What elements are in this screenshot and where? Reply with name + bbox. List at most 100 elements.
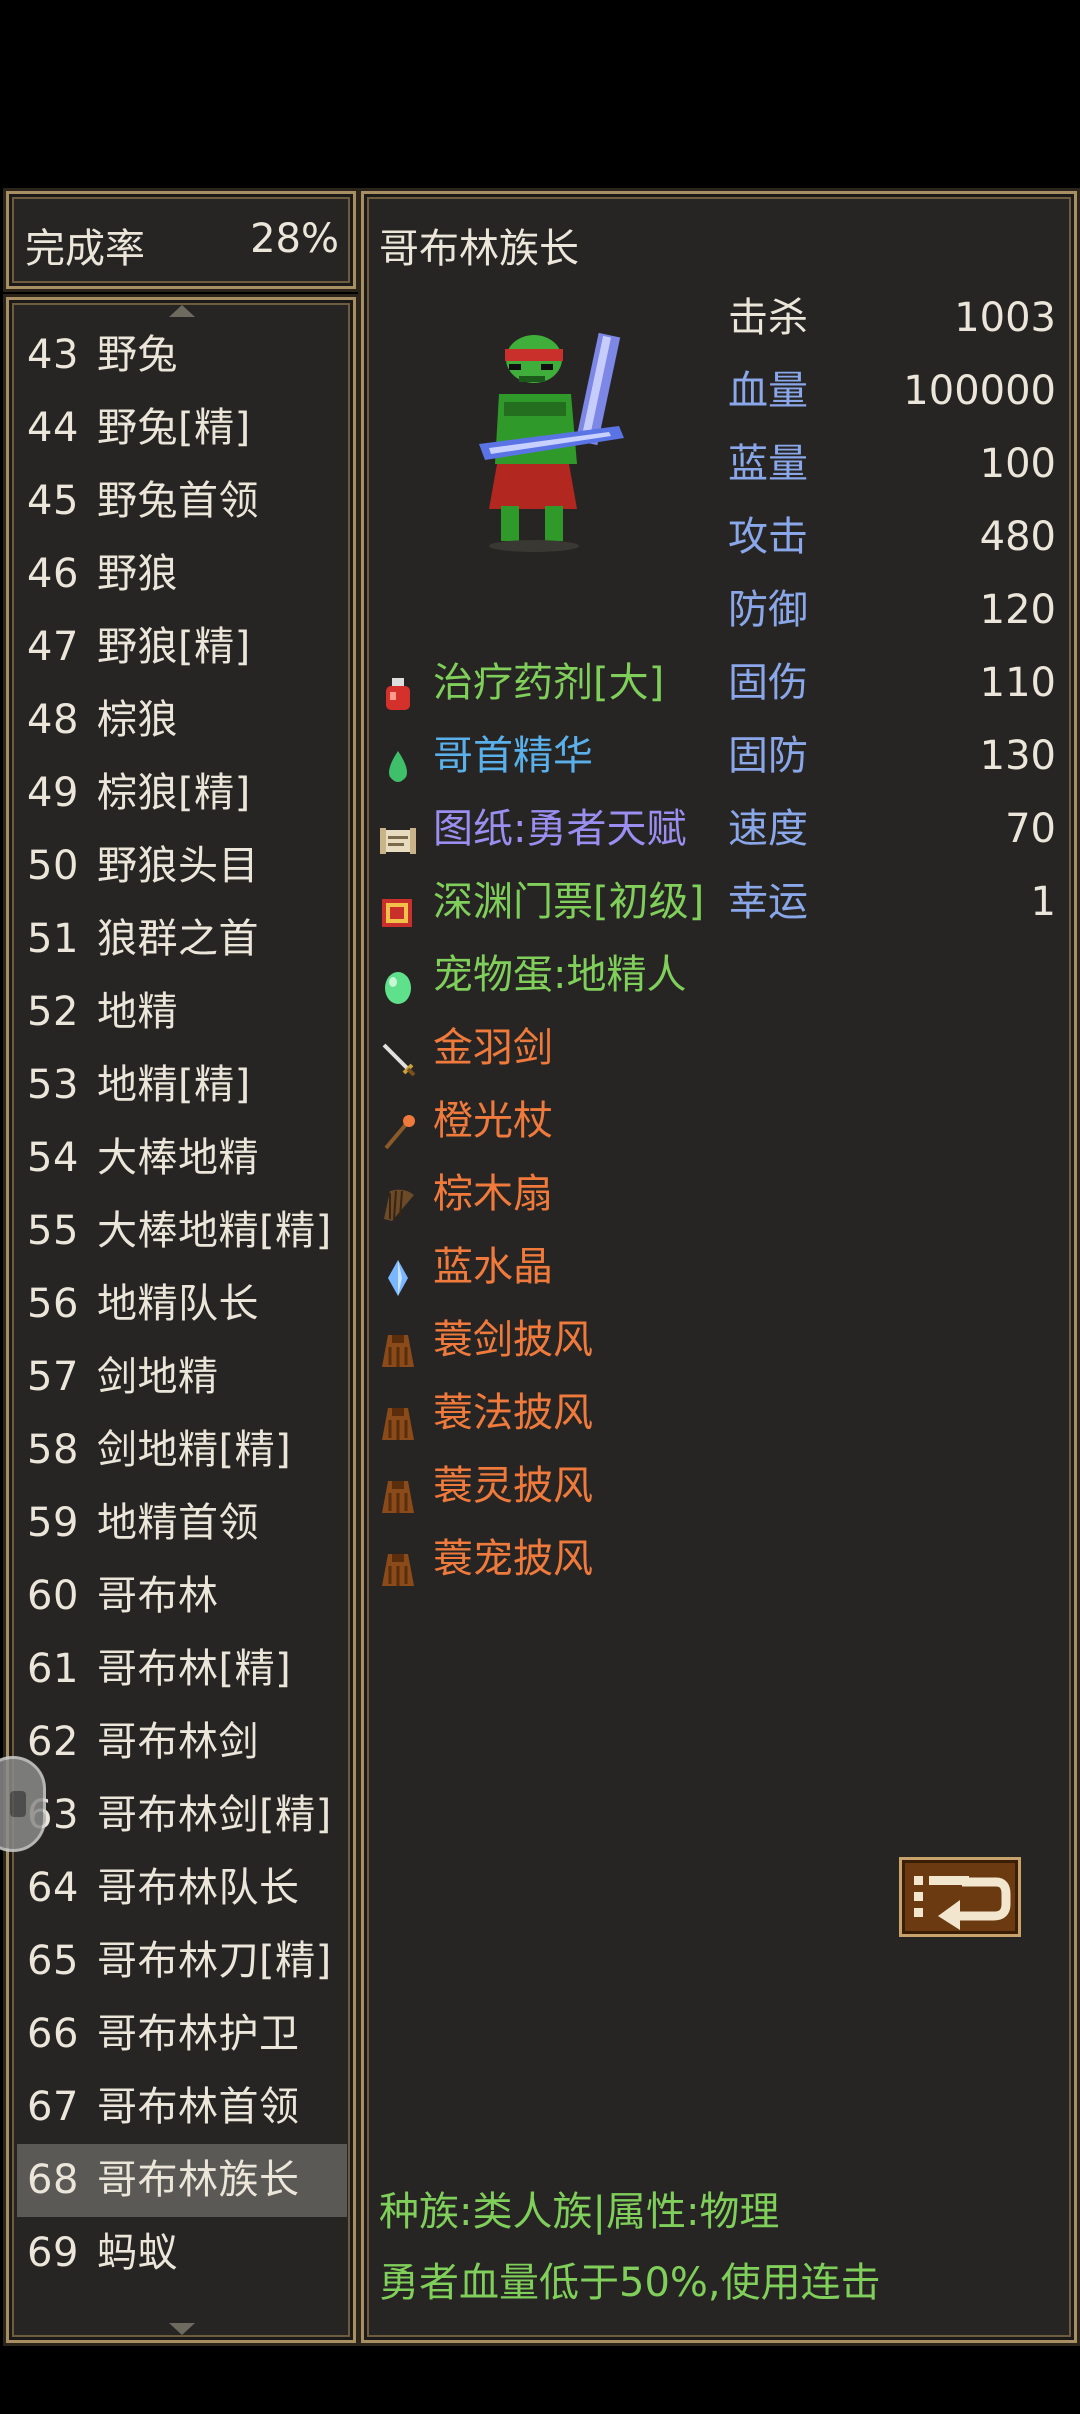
monster-list-item[interactable]: 54 大棒地精 (17, 1122, 347, 1195)
monster-list-item[interactable]: 69 蚂蚁 (17, 2217, 347, 2290)
monster-list-item[interactable]: 44 野兔[精] (17, 392, 347, 465)
cloak-icon (378, 1541, 418, 1586)
drop-item-label: 蓑剑披风 (433, 1317, 593, 1363)
monster-name-label: 哥布林[精] (97, 1646, 292, 1692)
monster-list-item[interactable]: 68 哥布林族长 (17, 2144, 347, 2217)
stat-row: 蓝量 100 (728, 428, 1056, 501)
monster-number: 61 (27, 1646, 79, 1692)
behavior-hint-line: 勇者血量低于50%,使用连击 (379, 2260, 881, 2306)
drop-item[interactable]: 治疗药剂[大] (378, 647, 738, 720)
stat-row: 固防 130 (728, 720, 1056, 793)
monster-name-label: 狼群之首 (97, 916, 259, 962)
drop-item[interactable]: 橙光杖 (378, 1085, 738, 1158)
stat-value: 70 (1005, 806, 1056, 852)
drop-item-label: 宠物蛋:地精人 (433, 952, 687, 998)
stat-row: 血量 100000 (728, 355, 1056, 428)
monster-list-item[interactable]: 43 野兔 (17, 319, 347, 392)
monster-name-label: 哥布林队长 (97, 1865, 300, 1911)
drop-item-label: 蓑灵披风 (433, 1463, 593, 1509)
monster-number: 57 (27, 1354, 79, 1400)
monster-number: 47 (27, 624, 79, 670)
monster-number: 60 (27, 1573, 79, 1619)
monster-list-item[interactable]: 51 狼群之首 (17, 903, 347, 976)
drop-item[interactable]: 蓑灵披风 (378, 1450, 738, 1523)
monster-list-item[interactable]: 67 哥布林首领 (17, 2071, 347, 2144)
cloak-icon (378, 1322, 418, 1367)
stat-row: 固伤 110 (728, 647, 1056, 720)
ticket-icon (378, 884, 418, 927)
scroll-down-arrow-icon[interactable] (169, 2323, 195, 2335)
drop-item[interactable]: 蓑剑披风 (378, 1304, 738, 1377)
monster-name-label: 哥布林首领 (97, 2084, 300, 2130)
monster-number: 54 (27, 1135, 79, 1181)
monster-list[interactable]: 43 野兔 44 野兔[精] 45 野兔首领 46 野狼 47 野狼[精] 48 棕狼 49 棕狼[精] 5… (17, 319, 347, 2290)
scroll-up-arrow-icon[interactable] (169, 305, 195, 317)
monster-list-item[interactable]: 49 棕狼[精] (17, 757, 347, 830)
monster-list-item[interactable]: 55 大棒地精[精] (17, 1195, 347, 1268)
drop-item[interactable]: 深渊门票[初级] (378, 866, 738, 939)
monster-number: 48 (27, 697, 79, 743)
monster-list-item[interactable]: 63 哥布林剑[精] (17, 1779, 347, 1852)
monster-number: 46 (27, 551, 79, 597)
drop-item[interactable]: 棕木扇 (378, 1158, 738, 1231)
monster-list-item[interactable]: 59 地精首领 (17, 1487, 347, 1560)
drop-item[interactable]: 宠物蛋:地精人 (378, 939, 738, 1012)
monster-name-label: 野狼[精] (97, 624, 251, 670)
stat-row: 速度 70 (728, 793, 1056, 866)
monster-number: 67 (27, 2084, 79, 2130)
monster-list-item[interactable]: 47 野狼[精] (17, 611, 347, 684)
stat-label: 攻击 (728, 514, 808, 560)
monster-list-item[interactable]: 53 地精[精] (17, 1049, 347, 1122)
monster-list-panel[interactable]: 43 野兔 44 野兔[精] 45 野兔首领 46 野狼 47 野狼[精] 48 棕狼 49 棕狼[精] 5… (6, 297, 356, 2343)
drop-item-label: 哥首精华 (433, 733, 593, 779)
monster-number: 45 (27, 478, 79, 524)
staff-icon (378, 1103, 418, 1150)
monster-name-label: 棕狼 (97, 697, 178, 743)
monster-name-label: 哥布林刀[精] (97, 1938, 332, 1984)
completion-rate-panel: 完成率 28% (6, 191, 356, 289)
monster-list-item[interactable]: 65 哥布林刀[精] (17, 1925, 347, 1998)
monster-name: 哥布林族长 (379, 226, 579, 272)
return-arrow-icon (914, 1876, 1011, 1930)
stat-value: 480 (979, 514, 1056, 560)
monster-name-label: 野兔[精] (97, 405, 251, 451)
monster-list-item[interactable]: 66 哥布林护卫 (17, 1998, 347, 2071)
back-button[interactable] (899, 1857, 1021, 1937)
monster-number: 69 (27, 2230, 79, 2276)
monster-list-item[interactable]: 64 哥布林队长 (17, 1852, 347, 1925)
stat-label: 幸运 (728, 879, 808, 925)
sword-icon (378, 1030, 418, 1077)
monster-name-label: 野兔首领 (97, 478, 259, 524)
monster-list-item[interactable]: 62 哥布林剑 (17, 1706, 347, 1779)
monster-list-item[interactable]: 61 哥布林[精] (17, 1633, 347, 1706)
drop-item[interactable]: 图纸:勇者天赋 (378, 793, 738, 866)
monster-number: 53 (27, 1062, 79, 1108)
monster-name-label: 蚂蚁 (97, 2230, 178, 2276)
drop-item-label: 图纸:勇者天赋 (433, 806, 687, 852)
monster-list-item[interactable]: 56 地精队长 (17, 1268, 347, 1341)
monster-list-item[interactable]: 58 剑地精[精] (17, 1414, 347, 1487)
monster-list-item[interactable]: 50 野狼头目 (17, 830, 347, 903)
drop-item[interactable]: 蓑宠披风 (378, 1523, 738, 1596)
drop-item-label: 蓑法披风 (433, 1390, 593, 1436)
cloak-icon (378, 1468, 418, 1513)
monster-list-item[interactable]: 48 棕狼 (17, 684, 347, 757)
completion-rate-value: 28% (250, 216, 339, 262)
monster-number: 55 (27, 1208, 79, 1254)
monster-name-label: 哥布林族长 (97, 2157, 300, 2203)
monster-name-label: 野兔 (97, 332, 178, 378)
monster-name-label: 剑地精 (97, 1354, 219, 1400)
crystal-icon (378, 1249, 418, 1296)
monster-list-item[interactable]: 52 地精 (17, 976, 347, 1049)
drop-item[interactable]: 蓑法披风 (378, 1377, 738, 1450)
completion-rate-label: 完成率 (25, 226, 145, 272)
monster-list-item[interactable]: 60 哥布林 (17, 1560, 347, 1633)
drop-item[interactable]: 金羽剑 (378, 1012, 738, 1085)
monster-list-item[interactable]: 45 野兔首领 (17, 465, 347, 538)
monster-list-item[interactable]: 57 剑地精 (17, 1341, 347, 1414)
drop-item[interactable]: 哥首精华 (378, 720, 738, 793)
monster-number: 56 (27, 1281, 79, 1327)
floating-assistant-button[interactable] (0, 1756, 46, 1852)
drop-item[interactable]: 蓝水晶 (378, 1231, 738, 1304)
monster-list-item[interactable]: 46 野狼 (17, 538, 347, 611)
